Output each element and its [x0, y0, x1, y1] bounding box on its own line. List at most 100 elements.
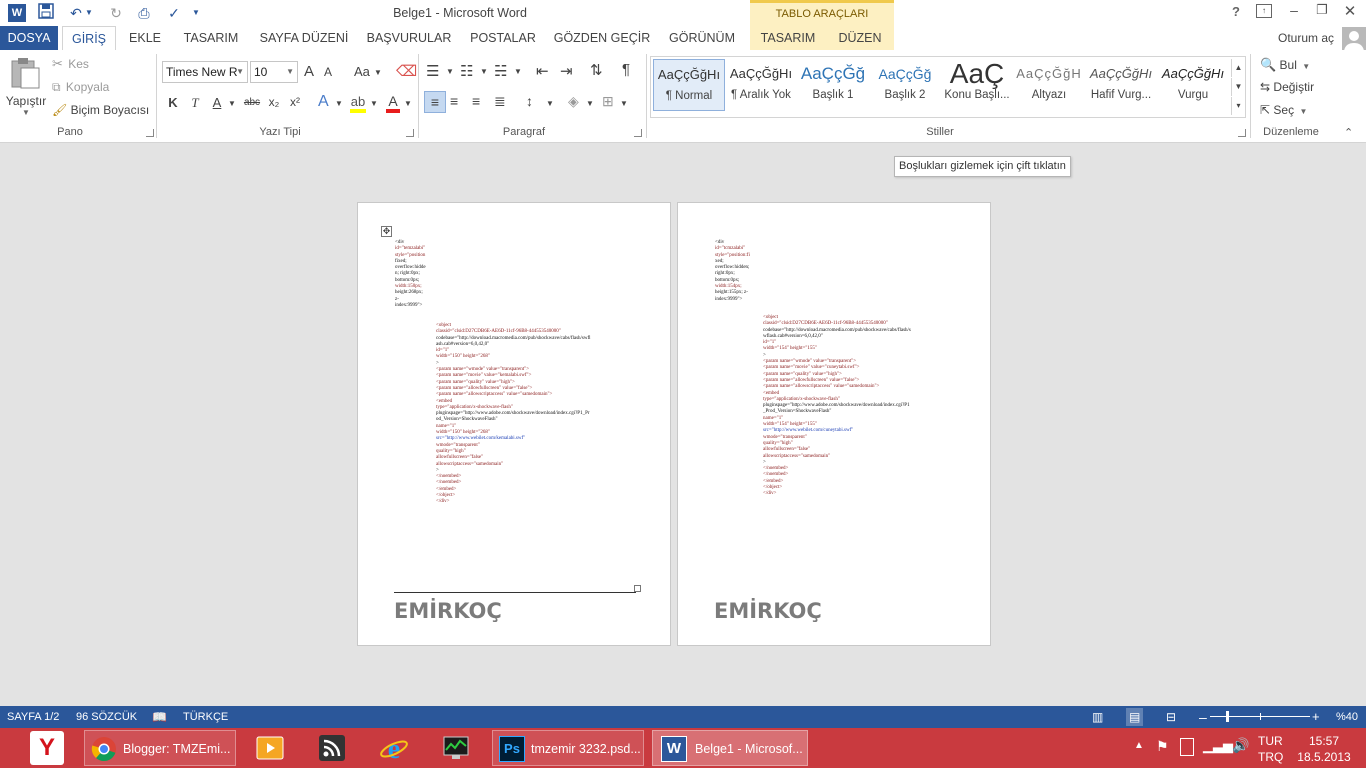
copy-button[interactable]: ⧉ Kopyala — [52, 80, 109, 95]
cut-button[interactable]: ✂ Kes — [52, 56, 89, 72]
decrease-indent-icon[interactable]: ⇤ — [536, 62, 549, 80]
multilevel-list-icon[interactable]: ☵ — [494, 62, 507, 80]
change-case-dropdown-icon[interactable]: ▼ — [374, 68, 382, 77]
align-right-icon[interactable]: ≡ — [472, 93, 480, 109]
customize-toolbar-icon[interactable]: ▼ — [190, 3, 202, 23]
zoom-in-icon[interactable]: + — [1312, 706, 1320, 728]
styles-scroll-down-icon[interactable]: ▼ — [1231, 78, 1245, 96]
ribbon-display-options-icon[interactable]: ↑ — [1256, 4, 1272, 18]
bullets-icon[interactable]: ☰ — [426, 62, 439, 80]
rss-icon[interactable] — [316, 732, 348, 764]
align-center-icon[interactable]: ≡ — [450, 93, 458, 109]
table-resize-handle-icon[interactable] — [634, 585, 641, 592]
battery-icon[interactable] — [1180, 738, 1194, 756]
tab-mailings[interactable]: POSTALAR — [466, 26, 540, 50]
save-icon[interactable] — [36, 3, 56, 23]
document-area[interactable]: Boşlukları gizlemek için çift tıklatın ✥… — [0, 143, 1366, 706]
zoom-slider[interactable] — [1210, 711, 1310, 722]
replace-button[interactable]: ⇆ Değiştir — [1260, 80, 1314, 94]
spelling-check-icon[interactable]: ✓ — [164, 3, 184, 23]
paste-dropdown-icon[interactable]: ▼ — [4, 108, 48, 117]
style-normal[interactable]: AaÇçĞğHı ¶ Normal — [653, 59, 725, 111]
table-move-handle-icon[interactable]: ✥ — [381, 226, 392, 237]
underline-dropdown-icon[interactable]: ▼ — [228, 99, 236, 108]
action-center-icon[interactable]: ⚑ — [1156, 738, 1169, 755]
multilevel-list-dropdown-icon[interactable]: ▼ — [514, 67, 522, 76]
font-name-dropdown-icon[interactable]: ▼ — [236, 67, 244, 76]
increase-indent-icon[interactable]: ⇥ — [560, 62, 573, 80]
language-indicator[interactable]: TÜRKÇE — [183, 706, 228, 728]
proofing-icon[interactable]: 📖 — [152, 706, 167, 728]
highlight-icon[interactable]: ab — [350, 94, 366, 113]
word-count[interactable]: 96 SÖZCÜK — [76, 706, 137, 728]
document-page[interactable]: <div id="tcmzalabi" style="position:fi xed;… — [677, 202, 991, 646]
avatar[interactable] — [1342, 27, 1366, 51]
undo-icon[interactable]: ↶ — [66, 3, 86, 23]
style-emphasis[interactable]: AaÇçĞğHı Vurgu — [1157, 59, 1229, 111]
highlight-dropdown-icon[interactable]: ▼ — [370, 99, 378, 108]
borders-dropdown-icon[interactable]: ▼ — [620, 99, 628, 108]
page-count[interactable]: SAYFA 1/2 — [7, 706, 59, 728]
read-mode-icon[interactable]: ▥ — [1092, 706, 1103, 728]
word-app-icon[interactable]: W — [8, 4, 26, 22]
minimize-icon[interactable]: – — [1286, 2, 1302, 18]
italic-icon[interactable]: T — [188, 95, 202, 111]
font-size-combo[interactable]: 10 ▼ — [250, 61, 298, 83]
web-layout-icon[interactable]: ⊟ — [1166, 706, 1176, 728]
styles-launcher-icon[interactable] — [1238, 129, 1246, 137]
subscript-icon[interactable]: x₂ — [266, 95, 282, 109]
yandex-icon[interactable]: Y — [30, 731, 64, 765]
font-color-dropdown-icon[interactable]: ▼ — [404, 99, 412, 108]
underline-icon[interactable]: A — [210, 95, 224, 110]
print-preview-icon[interactable]: ⎙ — [134, 3, 154, 23]
tab-home[interactable]: GİRİŞ — [62, 26, 116, 50]
style-subtitle[interactable]: AaÇçĞğH Altyazı — [1013, 59, 1085, 111]
taskbar-app-chrome[interactable]: Blogger: TMZEmi... — [84, 730, 236, 766]
collapse-ribbon-icon[interactable]: ⌃ — [1344, 126, 1353, 139]
taskbar-app-photoshop[interactable]: Ps tmzemir 3232.psd... — [492, 730, 644, 766]
zoom-slider-thumb[interactable] — [1226, 711, 1229, 722]
align-left-icon[interactable]: ≡ — [424, 91, 446, 113]
undo-dropdown-icon[interactable]: ▼ — [84, 3, 94, 23]
tab-review[interactable]: GÖZDEN GEÇİR — [552, 26, 652, 50]
paragraph-launcher-icon[interactable] — [634, 129, 642, 137]
sign-in-link[interactable]: Oturum aç — [1278, 31, 1334, 45]
help-button[interactable]: ? — [1228, 4, 1244, 19]
document-page[interactable]: ✥ <div id="temzalabi" style="position fixed… — [357, 202, 671, 646]
change-case-icon[interactable]: Aa — [354, 64, 370, 79]
line-spacing-icon[interactable]: ↕ — [526, 93, 533, 109]
show-hidden-icons-icon[interactable]: ▲ — [1134, 740, 1144, 751]
tab-table-layout[interactable]: DÜZEN — [826, 26, 894, 50]
font-name-combo[interactable]: Times New R ▼ — [162, 61, 248, 83]
volume-icon[interactable]: 🔊 — [1232, 737, 1249, 754]
shading-icon[interactable]: ◈ — [568, 93, 579, 110]
tab-references[interactable]: BAŞVURULAR — [364, 26, 454, 50]
strikethrough-icon[interactable]: abc — [242, 97, 262, 108]
numbering-icon[interactable]: ☷ — [460, 62, 473, 80]
bold-icon[interactable]: K — [166, 95, 180, 110]
media-player-icon[interactable] — [254, 732, 286, 764]
language-line-2[interactable]: TRQ — [1258, 750, 1283, 764]
zoom-out-icon[interactable]: – — [1199, 706, 1207, 728]
tab-design[interactable]: TASARIM — [178, 26, 244, 50]
borders-icon[interactable]: ⊞ — [602, 93, 614, 110]
zoom-level[interactable]: %40 — [1336, 706, 1358, 728]
signal-icon[interactable]: ▁▃▅ — [1203, 738, 1233, 754]
paste-button[interactable]: Yapıştır ▼ — [4, 54, 46, 118]
style-heading-1[interactable]: AaÇçĞğ Başlık 1 — [797, 59, 869, 111]
superscript-icon[interactable]: x² — [287, 95, 303, 109]
clear-formatting-icon[interactable]: ⌫ — [396, 62, 417, 80]
bullets-dropdown-icon[interactable]: ▼ — [446, 67, 454, 76]
text-effects-dropdown-icon[interactable]: ▼ — [335, 99, 343, 108]
font-launcher-icon[interactable] — [406, 129, 414, 137]
tab-insert[interactable]: EKLE — [124, 26, 166, 50]
tab-view[interactable]: GÖRÜNÜM — [664, 26, 740, 50]
shrink-font-icon[interactable]: A — [324, 65, 332, 79]
show-formatting-marks-icon[interactable]: ¶ — [622, 61, 630, 78]
line-spacing-dropdown-icon[interactable]: ▼ — [546, 99, 554, 108]
styles-scroll-up-icon[interactable]: ▲ — [1231, 59, 1245, 77]
select-button[interactable]: ⇱ Seç ▼ — [1260, 103, 1307, 117]
numbering-dropdown-icon[interactable]: ▼ — [480, 67, 488, 76]
find-button[interactable]: 🔍 Bul ▼ — [1260, 57, 1310, 73]
redo-icon[interactable]: ↻ — [106, 3, 126, 23]
